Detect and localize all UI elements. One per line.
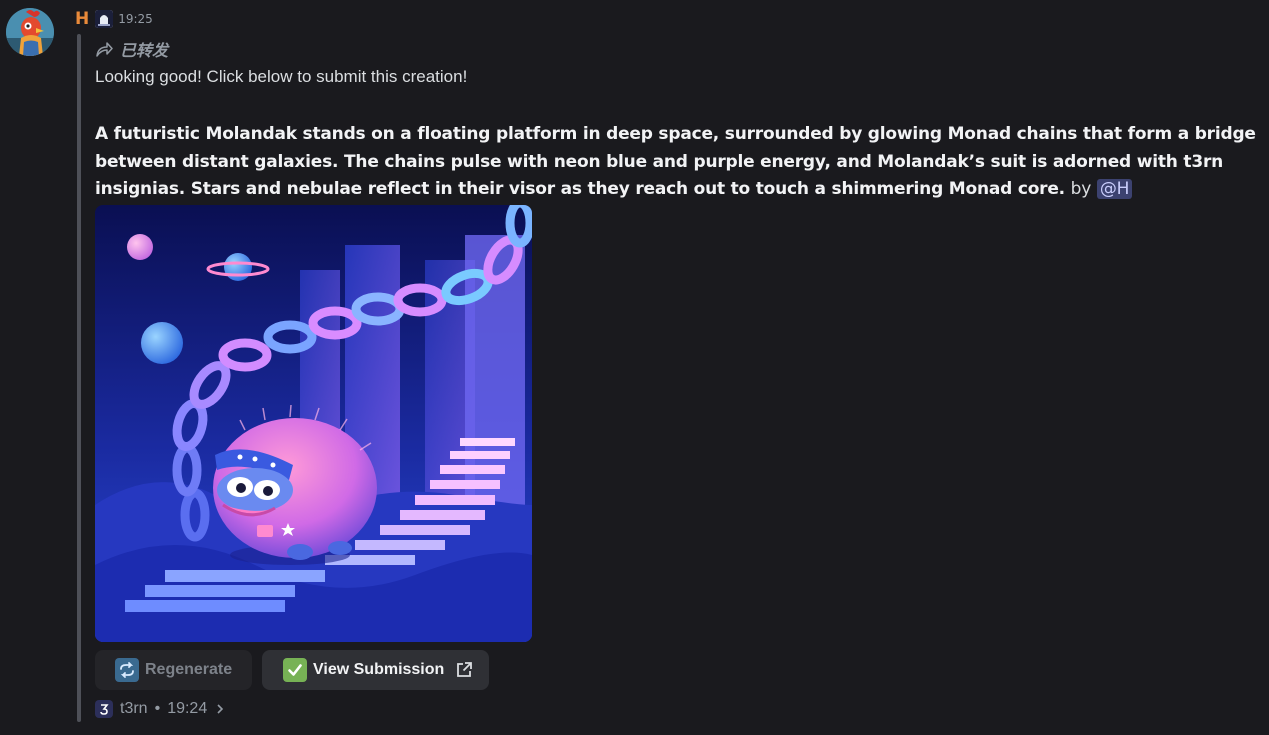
separator-dot: • bbox=[154, 700, 161, 717]
prompt-text: A futuristic Molandak stands on a floati… bbox=[95, 121, 1265, 204]
user-mention[interactable]: @H bbox=[1096, 179, 1133, 199]
message-header: H 19:25 bbox=[75, 8, 153, 30]
role-badge-icon[interactable] bbox=[95, 10, 114, 28]
external-link-icon bbox=[457, 662, 473, 677]
username[interactable]: H bbox=[75, 9, 89, 29]
repeat-emoji-icon bbox=[115, 658, 139, 682]
rooster-avatar-icon bbox=[6, 8, 54, 56]
t3rn-app-icon bbox=[95, 700, 113, 718]
regenerate-button[interactable]: Regenerate bbox=[95, 650, 252, 690]
by-label: by bbox=[1070, 179, 1092, 199]
molandak-space-artwork bbox=[95, 205, 532, 642]
timestamp[interactable]: 19:25 bbox=[118, 12, 153, 26]
forwarded-label: 已转发 bbox=[120, 41, 169, 60]
view-submission-label: View Submission bbox=[313, 661, 445, 678]
generated-image[interactable] bbox=[95, 205, 532, 642]
check-mark-emoji-icon bbox=[283, 658, 307, 682]
intro-text: Looking good! Click below to submit this… bbox=[95, 67, 468, 86]
source-app-name: t3rn bbox=[120, 700, 148, 717]
forward-arrow-icon bbox=[96, 42, 113, 57]
forwarded-message: H 19:25 已转发 Looking good! Click below to… bbox=[0, 0, 1269, 735]
forwarded-indicator: 已转发 bbox=[95, 37, 168, 61]
forward-source-footer[interactable]: t3rn • 19:24 bbox=[95, 700, 224, 718]
forward-quote-bar bbox=[77, 34, 81, 722]
regenerate-label: Regenerate bbox=[145, 661, 233, 678]
avatar[interactable] bbox=[6, 8, 54, 56]
chevron-right-icon bbox=[217, 704, 224, 714]
view-submission-button[interactable]: View Submission bbox=[262, 650, 489, 690]
source-time: 19:24 bbox=[167, 700, 208, 717]
